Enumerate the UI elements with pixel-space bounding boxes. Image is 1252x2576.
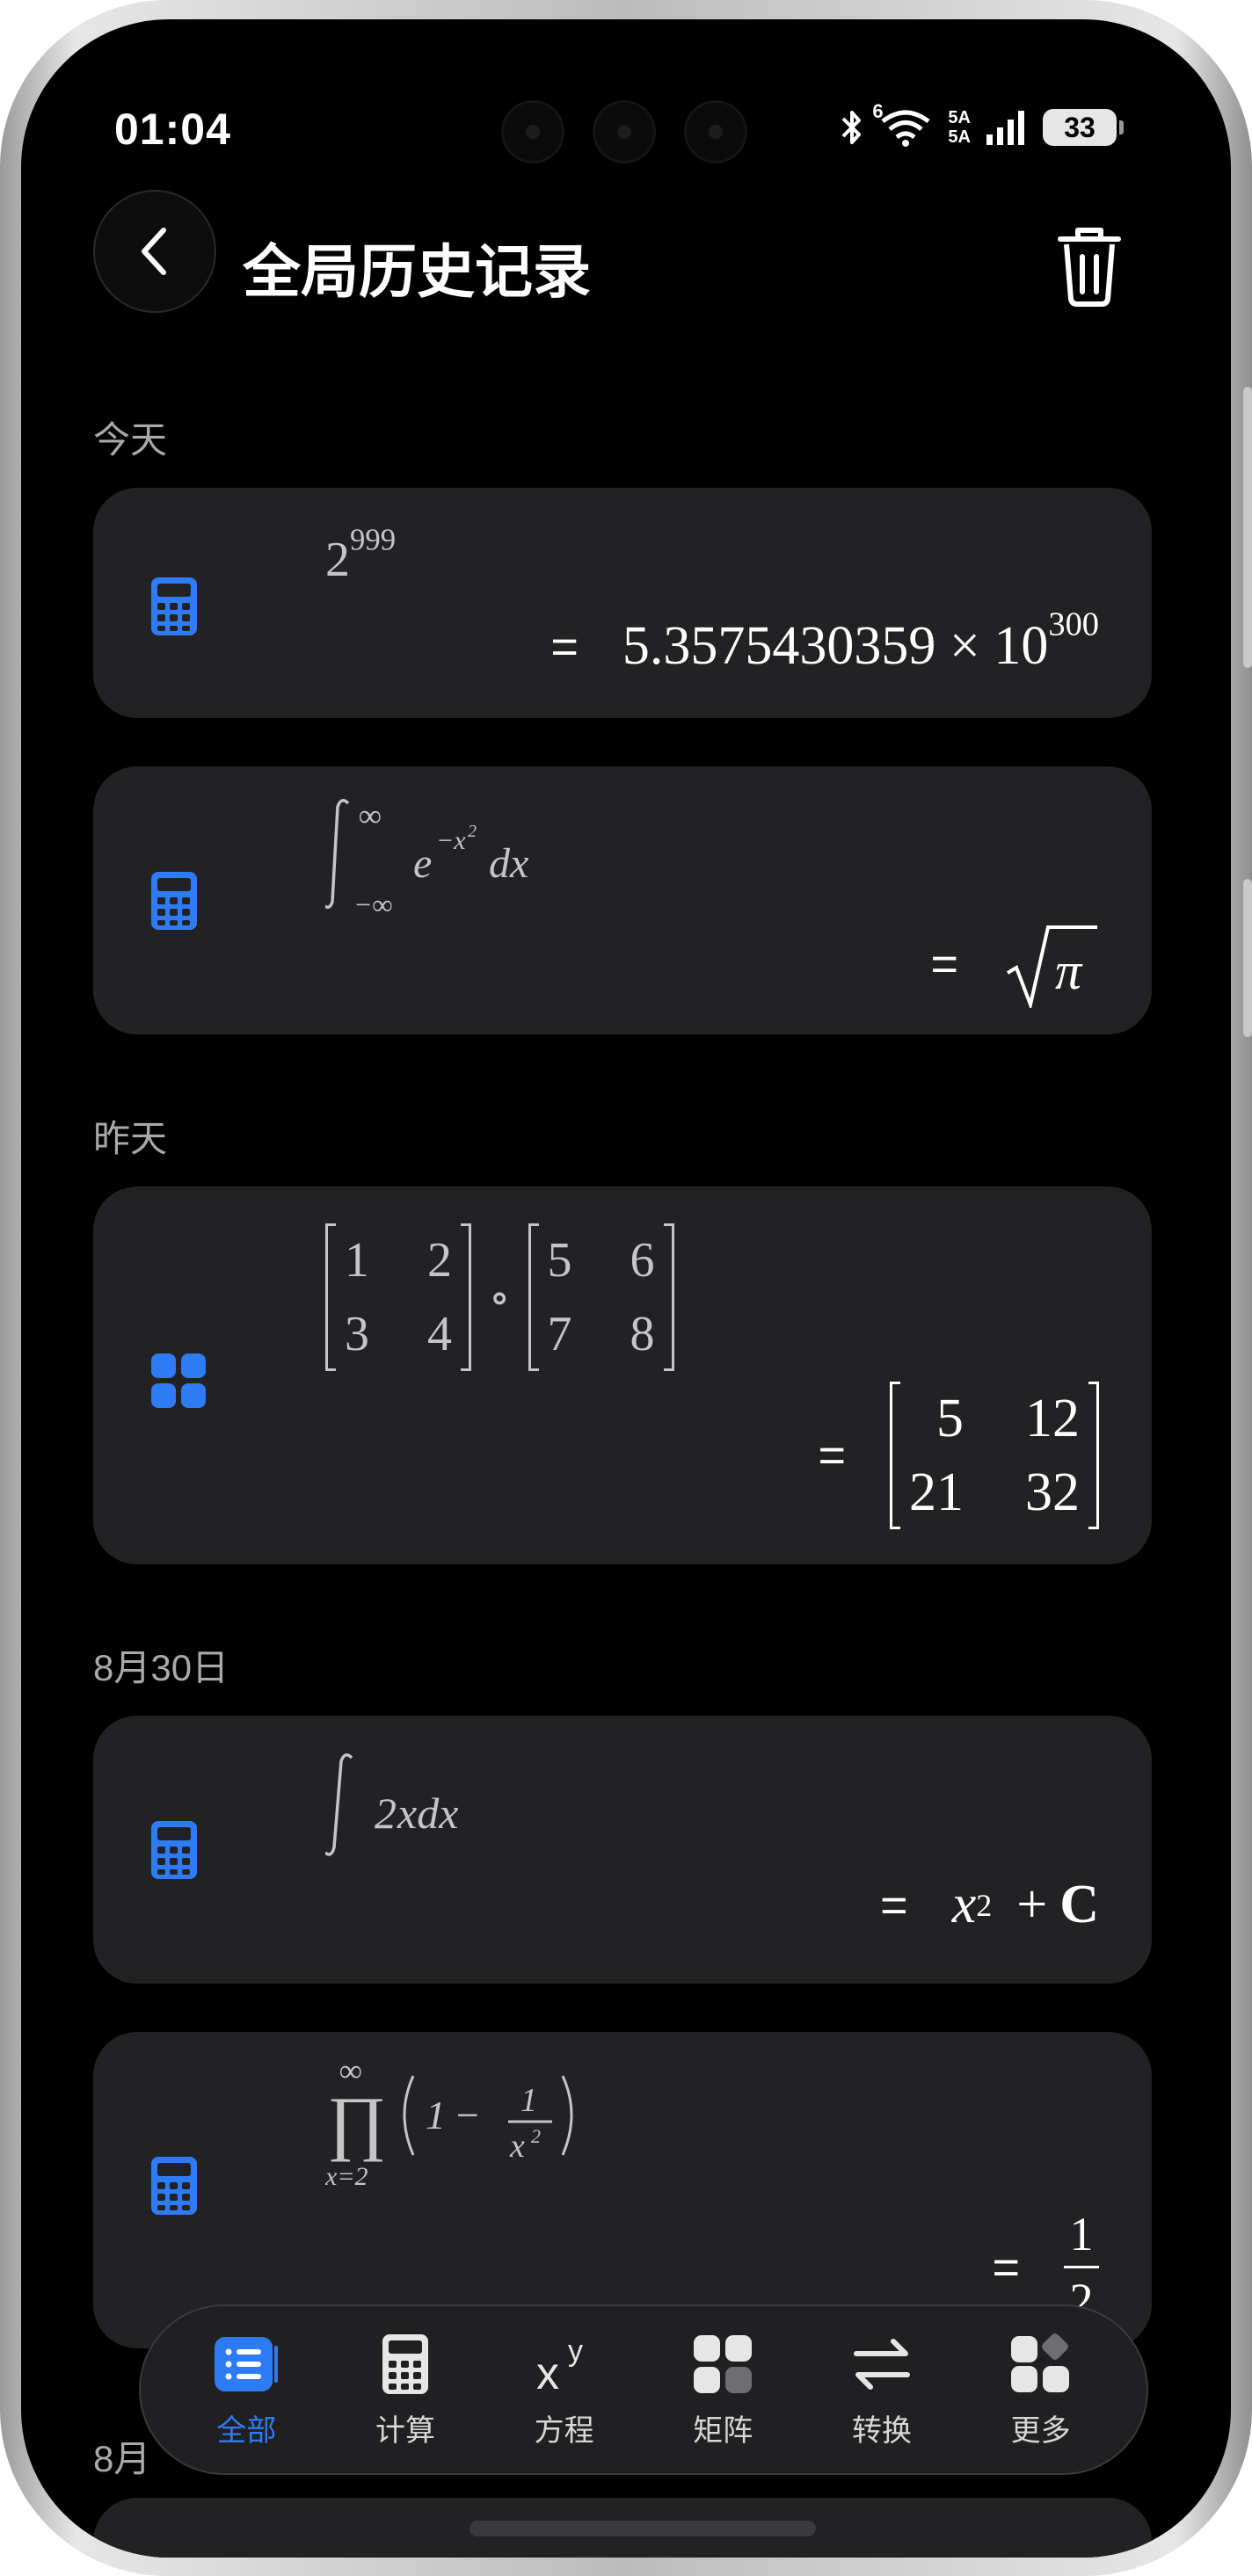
- nav-label: 转换: [851, 2413, 912, 2448]
- nav-matrix[interactable]: 矩阵: [657, 2331, 789, 2449]
- more-grid-icon: [1010, 2333, 1069, 2392]
- integral-expression: ∞ −∞ e −x 2 dx: [322, 798, 528, 920]
- svg-text:1: 1: [520, 2082, 537, 2119]
- signal-icon: [986, 111, 1024, 145]
- integral-2x: 2 xdx: [324, 1753, 458, 1856]
- calculator-icon: [151, 2157, 197, 2215]
- section-label-aug30: 8月30日: [93, 1647, 229, 1688]
- nav-label: 矩阵: [693, 2413, 753, 2448]
- svg-text:1: 1: [426, 2093, 446, 2137]
- home-indicator[interactable]: [470, 2521, 816, 2536]
- list-icon: [215, 2336, 279, 2391]
- network-type: 5A 5A: [948, 108, 971, 147]
- nav-label: 更多: [1010, 2413, 1071, 2448]
- history-card[interactable]: ∞ −∞ e −x 2 dx = π: [93, 766, 1152, 1034]
- volume-button: [1243, 387, 1252, 668]
- svg-text:xdx: xdx: [397, 1789, 458, 1838]
- history-expression: ∞ −∞ e −x 2 dx: [322, 793, 589, 925]
- history-expression: 2999: [325, 522, 397, 587]
- svg-text:x=2: x=2: [325, 2162, 368, 2191]
- section-label-today: 今天: [93, 419, 168, 461]
- page-title: 全局历史记录: [243, 239, 591, 304]
- calculator-icon: [151, 577, 197, 635]
- history-card[interactable]: 2 xdx = x2 + C: [93, 1716, 1152, 1984]
- network-1: 5A: [948, 108, 971, 127]
- svg-text:x: x: [536, 2348, 559, 2396]
- nav-calculate[interactable]: 计算: [339, 2331, 471, 2449]
- history-card[interactable]: ∞ ∏ x=2 1 − 1 x 2 = 1 2: [93, 2032, 1152, 2348]
- swap-arrows-icon: [853, 2338, 910, 2390]
- power-xy-icon: x y: [536, 2334, 583, 2396]
- svg-text:y: y: [568, 2334, 583, 2368]
- back-button[interactable]: [93, 190, 216, 313]
- front-camera-center: [593, 100, 656, 163]
- calculator-icon: [382, 2333, 428, 2394]
- bottom-nav: 全部 计算 x y 方程 矩阵 转换 更多: [139, 2304, 1148, 2475]
- nav-convert[interactable]: 转换: [816, 2331, 948, 2449]
- network-2: 5A: [948, 127, 971, 147]
- status-time: 01:04: [114, 105, 231, 154]
- nav-label: 方程: [534, 2413, 594, 2448]
- svg-text:∞: ∞: [359, 798, 382, 833]
- svg-text:π: π: [1055, 942, 1083, 1000]
- calculator-icon: [151, 1821, 197, 1879]
- history-result: = 5.3575430359 × 10300: [550, 606, 1099, 676]
- matrix-b: 5 6 7 8: [528, 1223, 674, 1371]
- nav-label: 全部: [216, 2413, 277, 2448]
- svg-text:2: 2: [468, 822, 477, 841]
- matrix-a: 1 2 3 4: [325, 1223, 471, 1371]
- power-button: [1243, 879, 1252, 1037]
- history-expression: ∞ ∏ x=2 1 − 1 x 2: [324, 2044, 642, 2198]
- history-expression: 2 xdx: [324, 1749, 554, 1868]
- grid-icon: [694, 2334, 753, 2393]
- svg-text:dx: dx: [489, 840, 528, 887]
- svg-text:∏: ∏: [327, 2082, 387, 2162]
- screen: 01:04 6 5A 5A 33 全局历史记录 今天 2999 = 5.3575…: [21, 19, 1231, 2558]
- svg-text:−∞: −∞: [353, 889, 392, 916]
- sqrt-pi: π: [1006, 925, 1097, 1008]
- product-expression: ∞ ∏ x=2 1 − 1 x 2: [324, 2053, 573, 2191]
- nav-more[interactable]: 更多: [975, 2331, 1107, 2449]
- status-icons: 6 5A 5A 33: [841, 100, 1124, 148]
- history-card[interactable]: 1 2 3 4 ∘ 5 6 7 8 = 5 12 21 32: [93, 1186, 1152, 1564]
- wifi-icon: 6: [872, 100, 934, 148]
- history-result: = x2 + C: [880, 1875, 1099, 1934]
- chevron-left-icon: [142, 228, 166, 275]
- nav-label: 计算: [375, 2413, 435, 2448]
- history-card[interactable]: 2999 = 5.3575430359 × 10300: [93, 488, 1152, 718]
- wifi-badge: 6: [872, 100, 884, 122]
- nav-all[interactable]: 全部: [180, 2331, 312, 2449]
- calculator-icon: [151, 872, 197, 930]
- battery-indicator: 33: [1043, 109, 1124, 146]
- grid-icon: [151, 1353, 206, 1408]
- bluetooth-icon: [842, 111, 862, 144]
- history-expression: 1 2 3 4 ∘ 5 6 7 8: [325, 1223, 674, 1371]
- svg-text:2: 2: [375, 1789, 397, 1838]
- section-label-aug: 8月: [93, 2438, 151, 2479]
- svg-text:−: −: [454, 2093, 481, 2137]
- history-result: = 5 12 21 32: [818, 1382, 1099, 1529]
- clear-history-button[interactable]: [1050, 221, 1129, 309]
- svg-text:−x: −x: [436, 826, 466, 855]
- nav-equation[interactable]: x y 方程: [499, 2331, 630, 2449]
- history-result: = π: [930, 920, 1099, 1008]
- svg-text:2: 2: [531, 2125, 541, 2147]
- front-camera-left: [501, 100, 564, 163]
- section-label-yesterday: 昨天: [93, 1118, 168, 1159]
- trash-icon: [1058, 228, 1121, 307]
- svg-text:e: e: [413, 840, 432, 887]
- front-camera-right: [684, 100, 747, 163]
- matrix-result: 5 12 21 32: [890, 1382, 1099, 1529]
- svg-text:x: x: [509, 2128, 525, 2165]
